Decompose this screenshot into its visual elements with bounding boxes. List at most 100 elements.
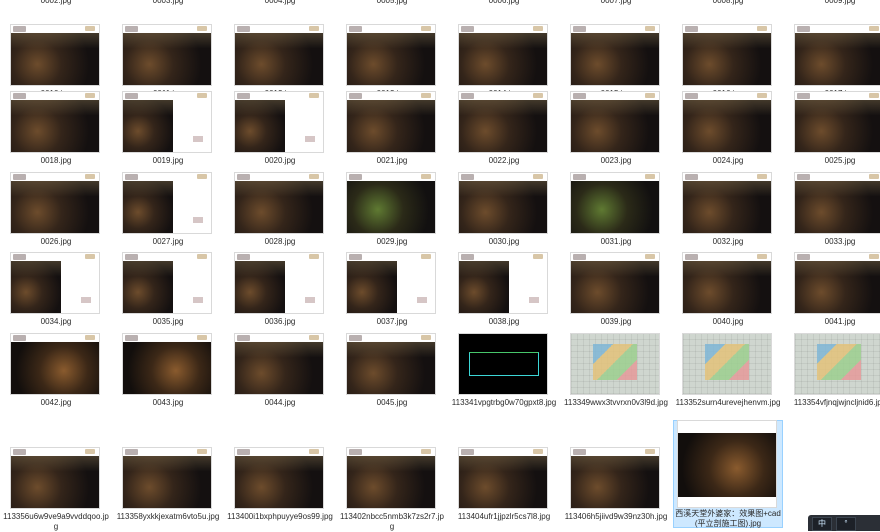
file-tile[interactable]: 0040.jpg	[674, 253, 782, 326]
logo-icon	[533, 174, 543, 179]
file-tile[interactable]: 0020.jpg	[226, 92, 334, 165]
logo-icon	[645, 93, 655, 98]
logo-icon	[125, 449, 138, 455]
file-tile[interactable]: 0014.jpg	[450, 25, 558, 98]
logo-icon	[533, 26, 543, 31]
file-tile[interactable]: 0044.jpg	[226, 334, 334, 407]
file-tile[interactable]: 0029.jpg	[338, 173, 446, 246]
file-name-label: 113354vfjnqjwjncljnid6.jpg	[793, 398, 880, 407]
file-tile[interactable]: 0026.jpg	[2, 173, 110, 246]
file-tile[interactable]: 0035.jpg	[114, 253, 222, 326]
logo-icon	[869, 174, 879, 179]
logo-icon	[309, 254, 319, 259]
logo-icon	[309, 93, 319, 98]
file-name-label: 0006.jpg	[488, 0, 520, 5]
file-tile[interactable]: 0038.jpg	[450, 253, 558, 326]
file-tile[interactable]: 0010.jpg	[2, 25, 110, 98]
file-tile[interactable]: 0034.jpg	[2, 253, 110, 326]
file-name-label: 0028.jpg	[264, 237, 296, 246]
file-tile[interactable]: 113400i1bxphpuyye9os99.jpg	[226, 448, 334, 521]
file-thumbnail	[459, 253, 547, 313]
file-tile[interactable]: 113404ufr1jjpzlr5cs7l8.jpg	[450, 448, 558, 521]
file-thumbnail	[235, 448, 323, 508]
file-thumbnail	[683, 92, 771, 152]
file-tile[interactable]: 0037.jpg	[338, 253, 446, 326]
file-tile[interactable]: 0033.jpg	[786, 173, 880, 246]
logo-icon	[309, 449, 319, 454]
logo-icon	[797, 254, 810, 260]
logo-icon	[237, 174, 250, 180]
file-tile[interactable]: 0028.jpg	[226, 173, 334, 246]
file-tile[interactable]: 西溪天堂外婆家：效果图+cad(平立剖施工图).jpg	[673, 420, 783, 528]
file-tile[interactable]: 113341vpgtrbg0w70gpxt8.jpg	[450, 334, 558, 407]
file-tile[interactable]: 0027.jpg	[114, 173, 222, 246]
file-tile[interactable]: 113352surn4urevejhenvm.jpg	[674, 334, 782, 407]
file-tile[interactable]: 0031.jpg	[562, 173, 670, 246]
logo-icon	[125, 335, 138, 341]
file-thumbnail	[123, 448, 211, 508]
file-name-label: 0034.jpg	[40, 317, 72, 326]
file-tile[interactable]: 0045.jpg	[338, 334, 446, 407]
logo-icon	[349, 26, 362, 32]
file-thumbnail	[347, 334, 435, 394]
file-name-label: 0018.jpg	[40, 156, 72, 165]
logo-icon	[13, 93, 26, 99]
file-tile[interactable]: 113406h5jiivd9w39nz30h.jpg	[562, 448, 670, 521]
tray-indicator[interactable]: °	[836, 517, 856, 531]
file-tile[interactable]: 0032.jpg	[674, 173, 782, 246]
file-thumbnail	[11, 92, 99, 152]
file-thumbnail	[123, 92, 211, 152]
file-thumbnail	[235, 173, 323, 233]
file-tile[interactable]: 0025.jpg	[786, 92, 880, 165]
file-tile[interactable]: 0013.jpg	[338, 25, 446, 98]
file-tile[interactable]: 113356u6w9ve9a9vvddqoo.jpg	[2, 448, 110, 531]
file-tile[interactable]: 0030.jpg	[450, 173, 558, 246]
logo-icon	[869, 254, 879, 259]
file-name-label: 西溪天堂外婆家：效果图+cad(平立剖施工图).jpg	[675, 509, 781, 528]
file-name-label: 0044.jpg	[264, 398, 296, 407]
file-name-label: 0020.jpg	[264, 156, 296, 165]
file-tile[interactable]: 113358yxkkjexatm6vto5u.jpg	[114, 448, 222, 521]
logo-icon	[13, 26, 26, 32]
file-tile[interactable]: 0015.jpg	[562, 25, 670, 98]
file-thumbnail	[459, 334, 547, 394]
logo-icon	[645, 174, 655, 179]
file-thumbnail	[795, 92, 880, 152]
ime-indicator[interactable]: 中	[812, 517, 832, 531]
file-tile[interactable]: 113349wwx3tvvrxn0v3l9d.jpg	[562, 334, 670, 407]
file-tile[interactable]: 0043.jpg	[114, 334, 222, 407]
file-tile[interactable]: 0039.jpg	[562, 253, 670, 326]
logo-icon	[461, 93, 474, 99]
file-thumbnail	[459, 25, 547, 85]
logo-icon	[573, 449, 586, 455]
file-tile[interactable]: 0041.jpg	[786, 253, 880, 326]
file-tile[interactable]: 0036.jpg	[226, 253, 334, 326]
file-tile[interactable]: 0023.jpg	[562, 92, 670, 165]
file-thumbnail	[795, 253, 880, 313]
file-tile[interactable]: 0016.jpg	[674, 25, 782, 98]
file-name-label: 0038.jpg	[488, 317, 520, 326]
file-tile[interactable]: 0024.jpg	[674, 92, 782, 165]
file-tile[interactable]: 113354vfjnqjwjncljnid6.jpg	[786, 334, 880, 407]
file-tile[interactable]: 0021.jpg	[338, 92, 446, 165]
file-thumbnail	[683, 173, 771, 233]
logo-icon	[349, 254, 362, 260]
file-tile[interactable]: 0017.jpg	[786, 25, 880, 98]
logo-icon	[125, 93, 138, 99]
file-tile[interactable]: 113402nbcc5nmb3k7zs2r7.jpg	[338, 448, 446, 531]
file-tile[interactable]: 0042.jpg	[2, 334, 110, 407]
logo-icon	[573, 254, 586, 260]
logo-icon	[573, 26, 586, 32]
file-name-label: 113341vpgtrbg0w70gpxt8.jpg	[451, 398, 557, 407]
file-tile[interactable]: 0011.jpg	[114, 25, 222, 98]
logo-icon	[349, 93, 362, 99]
file-tile[interactable]: 0012.jpg	[226, 25, 334, 98]
file-tile[interactable]: 0019.jpg	[114, 92, 222, 165]
file-tile[interactable]: 0018.jpg	[2, 92, 110, 165]
logo-icon	[685, 26, 698, 32]
file-name-label: 0003.jpg	[152, 0, 184, 5]
file-name-label: 0019.jpg	[152, 156, 184, 165]
file-name-label: 0005.jpg	[376, 0, 408, 5]
logo-icon	[533, 93, 543, 98]
file-tile[interactable]: 0022.jpg	[450, 92, 558, 165]
